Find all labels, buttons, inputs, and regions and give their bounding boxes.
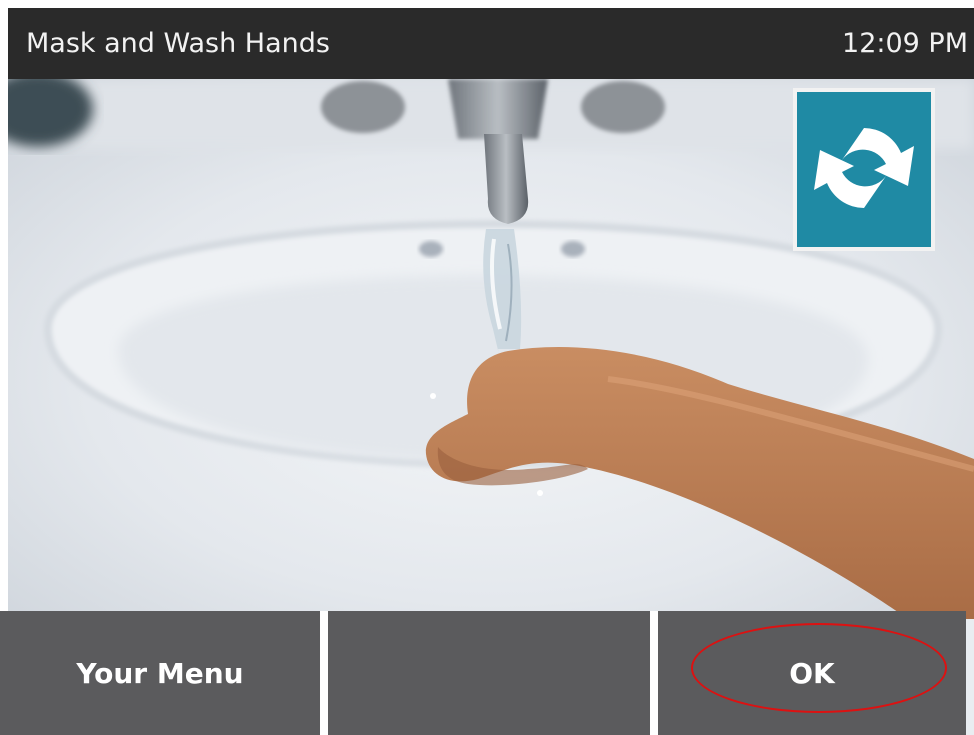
page-title: Mask and Wash Hands	[26, 28, 330, 59]
title-bar: Mask and Wash Hands 12:09 PM	[8, 8, 974, 79]
your-menu-button[interactable]: Your Menu	[0, 611, 320, 735]
refresh-icon	[804, 108, 924, 232]
divider	[320, 611, 328, 735]
blank-button[interactable]	[328, 611, 650, 735]
ok-button[interactable]: OK	[658, 611, 966, 735]
bottom-bar: Your Menu OK	[0, 611, 966, 735]
divider	[650, 611, 658, 735]
refresh-button[interactable]	[793, 88, 935, 251]
clock-time: 12:09 PM	[842, 28, 968, 59]
